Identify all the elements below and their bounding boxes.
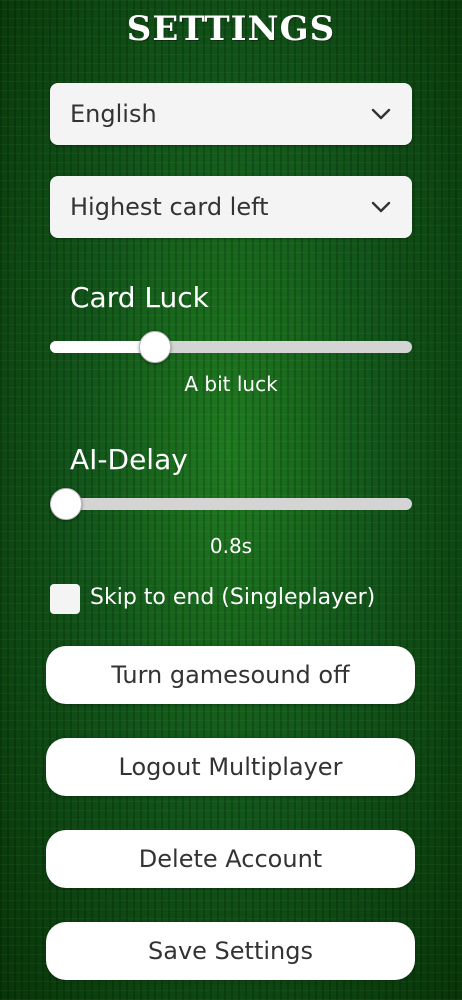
ai-delay-slider[interactable] xyxy=(50,498,412,510)
card-order-select[interactable]: Highest card left xyxy=(50,176,412,238)
delete-account-button[interactable]: Delete Account xyxy=(46,830,415,888)
card-luck-slider[interactable] xyxy=(50,341,412,353)
card-luck-label: Card Luck xyxy=(70,281,209,314)
skip-to-end-checkbox[interactable] xyxy=(50,584,80,614)
card-luck-slider-thumb[interactable] xyxy=(139,331,172,363)
chevron-down-icon xyxy=(371,201,391,213)
chevron-down-icon xyxy=(371,108,391,120)
save-settings-button[interactable]: Save Settings xyxy=(46,922,415,980)
language-select-value: English xyxy=(70,100,157,128)
page-title: SETTINGS xyxy=(126,9,336,49)
logout-multiplayer-button[interactable]: Logout Multiplayer xyxy=(46,738,415,796)
turn-gamesound-off-button[interactable]: Turn gamesound off xyxy=(46,646,415,704)
skip-to-end-row[interactable]: Skip to end (Singleplayer) xyxy=(50,582,430,614)
ai-delay-slider-thumb[interactable] xyxy=(50,488,82,520)
skip-to-end-label[interactable]: Skip to end (Singleplayer) xyxy=(90,582,375,614)
card-order-select-value: Highest card left xyxy=(70,193,269,221)
ai-delay-value: 0.8s xyxy=(209,534,253,558)
language-select[interactable]: English xyxy=(50,83,412,145)
card-luck-value: A bit luck xyxy=(184,372,278,396)
ai-delay-label: AI-Delay xyxy=(70,443,188,476)
